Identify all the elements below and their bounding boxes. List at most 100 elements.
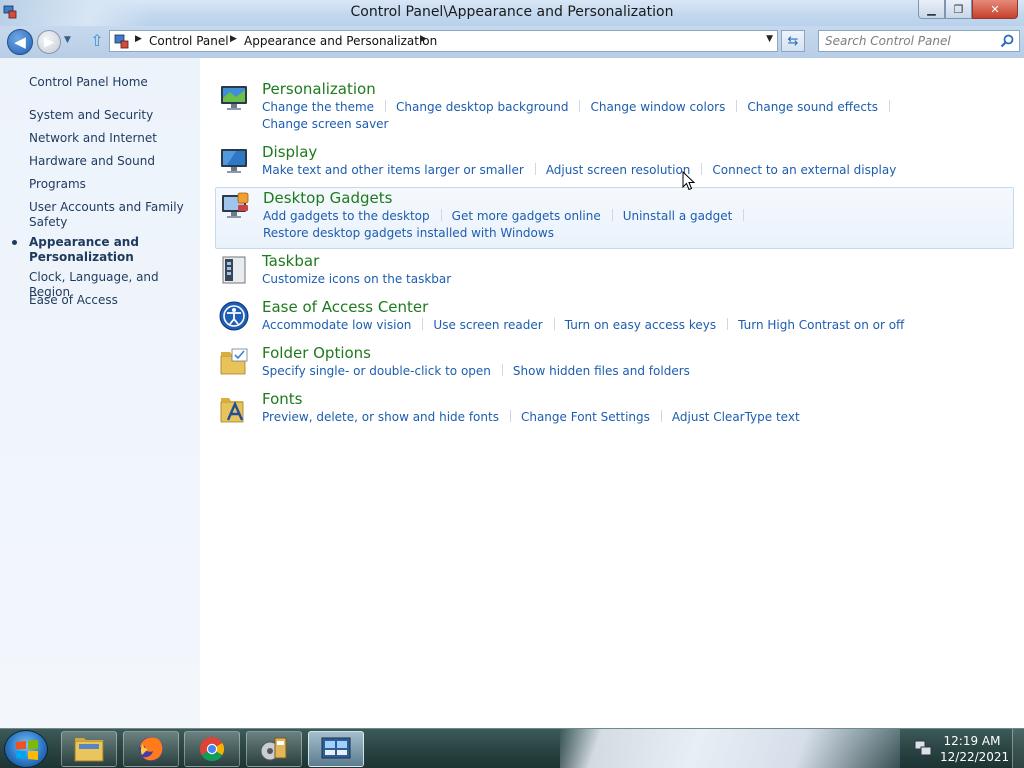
close-icon: ✕ (990, 2, 1000, 16)
link-change-desktop-background[interactable]: Change desktop background (396, 100, 568, 114)
link-restore-gadgets[interactable]: Restore desktop gadgets installed with W… (263, 226, 554, 240)
control-panel-icon (321, 737, 351, 759)
category-personalization: Personalization Change the theme Change d… (215, 80, 1014, 134)
start-button[interactable] (4, 730, 48, 768)
main-content: Personalization Change the theme Change d… (200, 58, 1024, 728)
minimize-icon: ▁ (927, 2, 936, 16)
link-make-text-larger[interactable]: Make text and other items larger or smal… (262, 163, 524, 177)
sidebar-item-control-panel-home[interactable]: Control Panel Home (29, 75, 194, 90)
link-uninstall-gadget[interactable]: Uninstall a gadget (623, 209, 733, 223)
link-get-more-gadgets[interactable]: Get more gadgets online (452, 209, 601, 223)
link-separator (579, 100, 581, 112)
forward-button[interactable]: ▶ (37, 30, 61, 54)
show-desktop-button[interactable] (1012, 729, 1024, 768)
link-separator (509, 410, 511, 422)
link-change-screen-saver[interactable]: Change screen saver (262, 117, 389, 131)
media-app-icon (260, 737, 287, 761)
link-separator (611, 209, 613, 221)
category-title-display[interactable]: Display (262, 143, 317, 161)
window-title: Control Panel\Appearance and Personaliza… (350, 4, 674, 20)
sidebar: Control Panel Home System and Security N… (0, 58, 200, 728)
search-icon[interactable] (999, 33, 1015, 49)
breadcrumb-arrow-icon[interactable]: ▶ (230, 34, 237, 44)
taskbar-explorer-button[interactable] (61, 731, 117, 767)
taskbar-chrome-button[interactable] (184, 731, 240, 767)
category-title-personalization[interactable]: Personalization (262, 80, 376, 98)
file-explorer-icon (74, 738, 104, 762)
restore-button[interactable]: ❐ (945, 0, 972, 19)
sidebar-item-appearance: Appearance and Personalization (29, 235, 139, 264)
link-separator (701, 163, 703, 175)
personalization-icon[interactable] (218, 82, 250, 114)
category-title-folder-options[interactable]: Folder Options (262, 344, 371, 362)
link-separator (727, 318, 729, 330)
link-connect-external-display[interactable]: Connect to an external display (712, 163, 896, 177)
link-adjust-screen-resolution[interactable]: Adjust screen resolution (546, 163, 691, 177)
address-dropdown-icon[interactable]: ▼ (766, 34, 773, 44)
clock-date: 12/22/2021 (940, 750, 1010, 764)
wallpaper-decoration (560, 729, 900, 768)
recent-pages-dropdown[interactable]: ▼ (64, 35, 71, 45)
fonts-icon[interactable] (218, 392, 250, 424)
network-icon[interactable] (914, 739, 932, 757)
breadcrumb-control-panel[interactable]: Control Panel (149, 34, 229, 48)
address-bar[interactable]: ▶ Control Panel ▶ Appearance and Persona… (109, 30, 778, 52)
category-links-personalization: Change the theme Change desktop backgroun… (262, 99, 1002, 133)
category-desktop-gadgets: Desktop Gadgets Add gadgets to the deskt… (215, 187, 1014, 249)
category-title-taskbar[interactable]: Taskbar (262, 252, 319, 270)
taskbar-control-panel-button[interactable] (308, 731, 364, 767)
link-preview-fonts[interactable]: Preview, delete, or show and hide fonts (262, 410, 499, 424)
taskbar: 12:19 AM 12/22/2021 (0, 728, 1024, 768)
link-change-theme[interactable]: Change the theme (262, 100, 374, 114)
link-separator (888, 100, 890, 112)
close-button[interactable]: ✕ (972, 0, 1018, 19)
title-bar: Control Panel\Appearance and Personaliza… (0, 0, 1024, 26)
up-arrow-icon: ⇧ (90, 31, 104, 50)
sidebar-item-network-internet[interactable]: Network and Internet (29, 131, 194, 146)
link-add-gadgets[interactable]: Add gadgets to the desktop (263, 209, 430, 223)
link-easy-access-keys[interactable]: Turn on easy access keys (565, 318, 716, 332)
link-customize-taskbar-icons[interactable]: Customize icons on the taskbar (262, 272, 451, 286)
breadcrumb-arrow-icon[interactable]: ▶ (420, 34, 427, 44)
gadgets-icon[interactable] (219, 190, 251, 222)
search-input[interactable] (825, 32, 1000, 50)
link-adjust-cleartype[interactable]: Adjust ClearType text (672, 410, 800, 424)
taskbar-icon[interactable] (218, 254, 250, 286)
link-change-window-colors[interactable]: Change window colors (590, 100, 725, 114)
link-single-double-click[interactable]: Specify single- or double-click to open (262, 364, 491, 378)
folder-options-icon[interactable] (218, 346, 250, 378)
link-separator (743, 209, 745, 221)
ease-of-access-icon[interactable] (218, 300, 250, 332)
sidebar-item-programs[interactable]: Programs (29, 177, 194, 192)
link-use-screen-reader[interactable]: Use screen reader (433, 318, 542, 332)
sidebar-item-system-security[interactable]: System and Security (29, 108, 194, 123)
windows-logo-icon (16, 740, 38, 760)
link-accommodate-low-vision[interactable]: Accommodate low vision (262, 318, 411, 332)
back-button[interactable]: ◀ (7, 29, 33, 55)
link-change-sound-effects[interactable]: Change sound effects (747, 100, 878, 114)
refresh-button[interactable]: ⇆ (781, 30, 805, 52)
link-separator (736, 100, 738, 112)
system-clock[interactable]: 12:19 AM 12/22/2021 (940, 733, 1010, 765)
link-change-font-settings[interactable]: Change Font Settings (521, 410, 650, 424)
sidebar-item-hardware-sound[interactable]: Hardware and Sound (29, 154, 194, 169)
link-show-hidden-files[interactable]: Show hidden files and folders (513, 364, 690, 378)
taskbar-firefox-button[interactable] (123, 731, 179, 767)
category-title-desktop-gadgets[interactable]: Desktop Gadgets (263, 189, 392, 207)
search-box[interactable] (818, 30, 1020, 52)
breadcrumb-arrow-icon[interactable]: ▶ (135, 34, 142, 44)
category-links-folder-options: Specify single- or double-click to open S… (262, 363, 1002, 380)
link-separator (553, 318, 555, 330)
link-high-contrast[interactable]: Turn High Contrast on or off (738, 318, 904, 332)
sidebar-item-user-accounts[interactable]: User Accounts and Family Safety (29, 200, 194, 230)
category-taskbar: Taskbar Customize icons on the taskbar (215, 252, 1014, 292)
breadcrumb-appearance[interactable]: Appearance and Personalization (244, 34, 437, 48)
up-level-button[interactable]: ⇧ (87, 31, 107, 51)
sidebar-item-ease-of-access[interactable]: Ease of Access (29, 293, 194, 308)
category-title-fonts[interactable]: Fonts (262, 390, 302, 408)
minimize-button[interactable]: ▁ (918, 0, 945, 19)
category-folder-options: Folder Options Specify single- or double… (215, 344, 1014, 384)
taskbar-media-button[interactable] (246, 731, 302, 767)
display-icon[interactable] (218, 145, 250, 177)
category-title-ease-of-access[interactable]: Ease of Access Center (262, 298, 428, 316)
